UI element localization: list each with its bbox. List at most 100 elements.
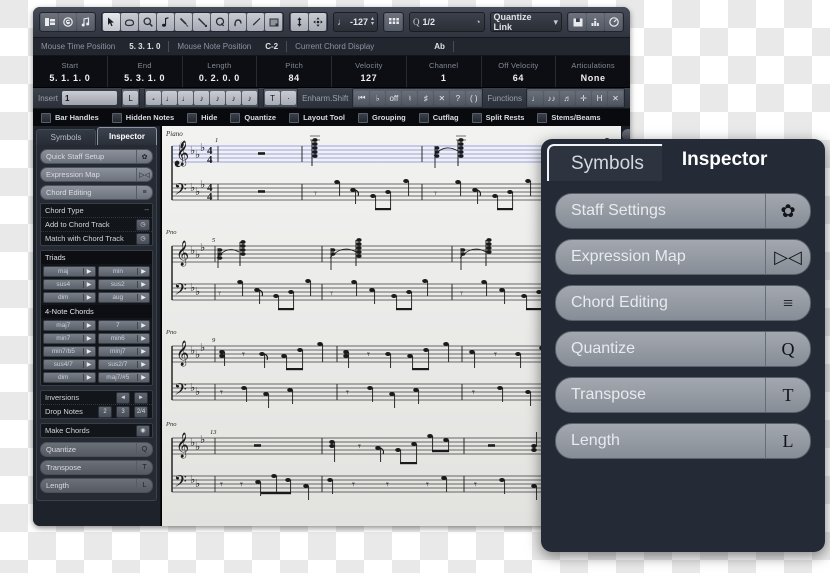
transpose-icon[interactable]: T [136,461,152,474]
chord-play-icon[interactable]: ▶ [82,348,95,355]
functions-button-1[interactable]: ♪♪ [544,91,559,105]
duration-button-3[interactable]: ♪ [194,91,210,105]
bars-icon[interactable] [587,13,604,31]
enharm-button-5[interactable]: ✕ [434,91,450,105]
insert-input[interactable]: 1 [62,91,118,105]
magnified-item-quantize[interactable]: Quantize Q [555,331,811,367]
match-with-chord-track-row[interactable]: Match with Chord Track ◷ [41,232,152,245]
info-cell[interactable]: Start 5. 1. 1. 0 [33,56,108,87]
filter-checkbox-2[interactable]: Hide [187,112,217,123]
vertical-move-icon[interactable] [291,13,308,31]
split-tool[interactable] [193,13,210,31]
erase-tool[interactable] [121,13,138,31]
checkbox-icon[interactable] [289,112,300,123]
sid-pill-chord-editing[interactable]: Chord Editing ≡ [40,185,153,200]
enharm-button-7[interactable]: ( ) [466,91,482,105]
filter-checkbox-6[interactable]: Cutflag [418,112,459,123]
add-to-chord-track-button[interactable]: ◷ [136,218,150,231]
triad-chip-min[interactable]: min ▶ [97,266,150,277]
triplet-button[interactable]: T [265,91,281,105]
chord-play-icon[interactable]: ▶ [82,294,95,301]
object-selection-tool[interactable] [103,13,120,31]
filter-checkbox-1[interactable]: Hidden Notes [111,112,174,123]
make-chords-button[interactable]: ◉ [136,424,150,437]
functions-button-3[interactable]: ✛ [576,91,591,105]
knob-icon[interactable] [605,13,622,31]
inversion-button-0[interactable]: ◄ [116,391,130,404]
four-note-chip-maj7[interactable]: maj7 ▶ [43,320,96,331]
triad-chip-sus4[interactable]: sus4 ▶ [43,279,96,290]
solo-icon[interactable] [59,13,76,31]
functions-button-5[interactable]: ✕ [608,91,623,105]
grid-icon[interactable] [385,13,403,31]
quick-staff-setup-icon[interactable]: ✿ [136,150,152,163]
four-note-chip-dim[interactable]: dim ▶ [43,372,96,383]
checkbox-icon[interactable] [111,112,122,123]
triad-chip-sus2[interactable]: sus2 ▶ [97,279,150,290]
functions-button-0[interactable]: ♩ [528,91,543,105]
chord-play-icon[interactable]: ▶ [137,268,149,275]
four-note-chip-sus27[interactable]: sus2/7 ▶ [97,359,150,370]
sidebar-tab-symbols[interactable]: Symbols [36,129,96,145]
magnified-item-chord-editing[interactable]: Chord Editing ≡ [555,285,811,321]
four-note-chip-sus47[interactable]: sus4/7 ▶ [43,359,96,370]
info-cell[interactable]: Length 0. 2. 0. 0 [183,56,258,87]
duration-button-2[interactable]: ♩ [178,91,194,105]
chord-play-icon[interactable]: ▶ [82,335,95,342]
magnified-item-transpose[interactable]: Transpose T [555,377,811,413]
expression-map-icon[interactable]: ▷◁ [136,168,152,181]
chord-play-icon[interactable]: ▶ [82,361,95,368]
chord-play-icon[interactable]: ▶ [137,294,149,301]
transpose-icon[interactable]: T [765,378,810,412]
info-cell[interactable]: Velocity 127 [332,56,407,87]
show-info-icon[interactable] [41,13,58,31]
make-chords-row[interactable]: Make Chords ◉ [41,424,152,437]
info-cell[interactable]: End 5. 3. 1. 0 [108,56,183,87]
functions-button-2[interactable]: ♬ [560,91,575,105]
enharm-button-6[interactable]: ? [450,91,466,105]
enharm-button-2[interactable]: off [386,91,402,105]
checkbox-icon[interactable] [537,112,548,123]
triad-chip-maj[interactable]: maj ▶ [43,266,96,277]
chord-play-icon[interactable]: ▶ [137,374,149,381]
insert-note-tool[interactable] [157,13,174,31]
magnified-item-staff-settings[interactable]: Staff Settings ✿ [555,193,811,229]
info-cell[interactable]: Off Velocity 64 [482,56,557,87]
acoustic-feedback-icon[interactable] [77,13,94,31]
chord-play-icon[interactable]: ▶ [82,374,95,381]
match-with-chord-track-button[interactable]: ◷ [136,232,150,245]
enharm-button-1[interactable]: ♭ [370,91,386,105]
magnified-item-expression-map[interactable]: Expression Map ▷◁ [555,239,811,275]
l-button[interactable]: L [123,91,139,105]
sidebar-bottom-pill-quantize[interactable]: Quantize Q [40,442,153,457]
magnified-tab-symbols[interactable]: Symbols [547,144,668,181]
quantize-icon[interactable]: Q [136,443,152,456]
checkbox-icon[interactable] [230,112,241,123]
enharm-button-0[interactable]: ⏮ [354,91,370,105]
open-device-icon[interactable] [569,13,586,31]
checkbox-icon[interactable] [41,112,51,123]
four-note-chip-min6[interactable]: min6 ▶ [97,333,150,344]
triad-chip-dim[interactable]: dim ▶ [43,292,96,303]
length-icon[interactable]: L [136,479,152,492]
functions-button-4[interactable]: H [592,91,607,105]
chord-play-icon[interactable]: ▶ [137,322,149,329]
filter-checkbox-4[interactable]: Layout Tool [289,112,345,123]
four-note-chip-min7[interactable]: min7 ▶ [43,333,96,344]
chord-play-icon[interactable]: ▶ [137,361,149,368]
sidebar-tab-inspector[interactable]: Inspector [97,127,157,145]
chord-play-icon[interactable]: ▶ [82,322,95,329]
inversion-button-1[interactable]: ► [134,391,148,404]
velocity-stepper[interactable]: ▴ ▾ [371,16,374,27]
chord-play-icon[interactable]: ▶ [82,268,95,275]
drop-note-button-2[interactable]: 2/4 [134,405,148,418]
glue-tool[interactable] [175,13,192,31]
info-cell[interactable]: Channel 1 [407,56,482,87]
info-cell[interactable]: Articulations None [556,56,630,87]
chord-play-icon[interactable]: ▶ [137,335,149,342]
chord-type-row[interactable]: Chord Type -- [41,204,152,218]
filter-checkbox-7[interactable]: Split Rests [471,112,524,123]
magnified-item-length[interactable]: Length L [555,423,811,459]
zoom-tool[interactable] [139,13,156,31]
expression-map-icon[interactable]: ▷◁ [765,240,810,274]
